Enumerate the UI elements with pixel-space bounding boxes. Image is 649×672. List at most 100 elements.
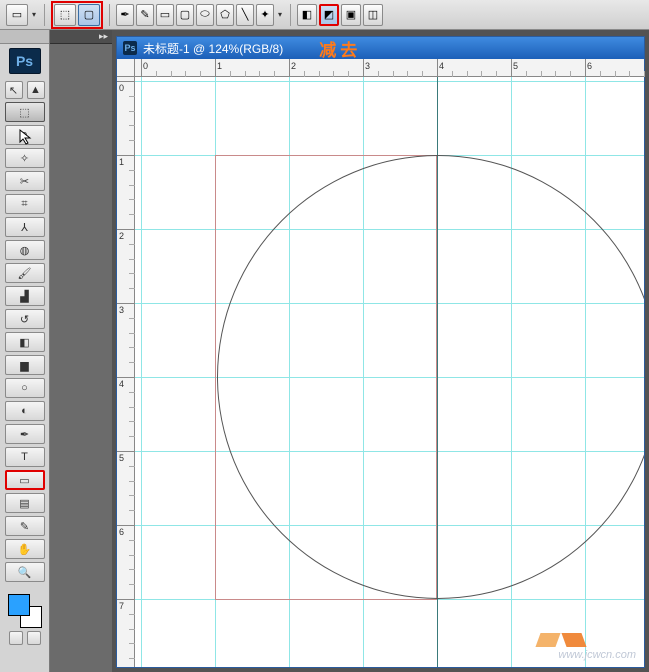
document-title: 未标题-1 @ 124%(RGB/8) (143, 40, 283, 57)
photoshop-logo: Ps (9, 48, 41, 74)
gradient-tool[interactable]: ▆ (5, 355, 45, 375)
subtract-from-shape-button[interactable]: ◩ (319, 4, 339, 26)
document-titlebar[interactable]: Ps 未标题-1 @ 124%(RGB/8) 减去 (117, 37, 644, 59)
separator (44, 4, 45, 26)
color-sampler-tool[interactable]: ✎ (5, 516, 45, 536)
foreground-color-swatch[interactable] (8, 594, 30, 616)
path-selection-tool[interactable]: ▲ (27, 81, 45, 99)
tools-panel: Ps ↖ ▲ ⬚ ɔ ✧ ✂ ⌗ ⅄ ◍ 🖌 ▟ ↺ ◧ ▆ ○ ◐ ✒ T ▭… (0, 30, 50, 672)
history-icon: ↺ (20, 313, 29, 326)
type-tool[interactable]: T (5, 447, 45, 467)
eyedropper-icon: ⅄ (21, 221, 28, 234)
blur-tool[interactable]: ○ (5, 378, 45, 398)
gradient-icon: ▆ (20, 359, 28, 372)
rectangle-icon: ▭ (19, 474, 29, 487)
rectangle-icon: ▭ (160, 8, 170, 21)
blur-icon: ○ (21, 382, 28, 394)
rectangle-button[interactable]: ▭ (156, 4, 174, 26)
hand-tool[interactable]: ✋ (5, 539, 45, 559)
line-icon: ╲ (242, 8, 249, 21)
ruler-label: 1 (217, 61, 222, 71)
marquee-icon: ⬚ (19, 106, 29, 119)
pen-tool[interactable]: ✒ (5, 424, 45, 444)
crop-tool[interactable]: ✂ (5, 171, 45, 191)
pen-icon: ✒ (120, 8, 129, 21)
slice-icon: ⌗ (21, 198, 27, 211)
brush-tool[interactable]: 🖌 (5, 263, 45, 283)
ruler-label: 3 (119, 305, 124, 315)
custom-shape-icon: ✦ (260, 8, 269, 21)
ruler-label: 5 (119, 453, 124, 463)
options-bar: ▭ ▾ ⬚ ▢ ✒ ✎ ▭ ▢ ⬭ ⬠ ╲ ✦ ▾ ◧ ◩ ▣ ◫ (0, 0, 649, 30)
ruler-label: 0 (119, 83, 124, 93)
ruler-label: 4 (119, 379, 124, 389)
ruler-label: 3 (365, 61, 370, 71)
shape-layers-button[interactable]: ⬚ (54, 4, 76, 26)
lasso-icon: ɔ (22, 129, 28, 141)
highlight-path-mode: ⬚ ▢ (51, 1, 103, 29)
watermark-decoration (538, 627, 584, 647)
collapsed-panels: ▸▸ (50, 30, 112, 672)
marquee-tool[interactable]: ⬚ (5, 102, 45, 122)
ellipse-icon: ⬭ (200, 8, 209, 21)
dodge-tool[interactable]: ◐ (5, 401, 45, 421)
exclude-shape-button[interactable]: ◫ (363, 4, 383, 26)
rounded-rect-button[interactable]: ▢ (176, 4, 194, 26)
eyedropper-tool[interactable]: ⅄ (5, 217, 45, 237)
zoom-icon: 🔍 (18, 566, 32, 579)
clone-stamp-tool[interactable]: ▟ (5, 286, 45, 306)
polygon-icon: ⬠ (220, 8, 230, 21)
lasso-tool[interactable]: ɔ (5, 125, 45, 145)
horizontal-ruler[interactable]: 0123456 (135, 59, 644, 77)
wand-icon: ✧ (20, 152, 29, 165)
move-tool[interactable]: ↖ (5, 81, 23, 99)
line-button[interactable]: ╲ (236, 4, 254, 26)
color-swatches[interactable] (8, 594, 42, 628)
annotation-label: 减去 (319, 36, 361, 61)
expand-panels-button[interactable]: ▸▸ (50, 30, 112, 44)
eraser-tool[interactable]: ◧ (5, 332, 45, 352)
heal-icon: ◍ (20, 244, 30, 257)
healing-brush-tool[interactable]: ◍ (5, 240, 45, 260)
ruler-label: 6 (119, 527, 124, 537)
type-icon: T (21, 451, 28, 463)
separator (290, 4, 291, 26)
ruler-label: 5 (513, 61, 518, 71)
document-canvas[interactable]: www.jcwcn.com (135, 77, 644, 667)
custom-shape-button[interactable]: ✦ (256, 4, 274, 26)
stamp-icon: ▟ (20, 290, 28, 303)
intersect-shape-button[interactable]: ▣ (341, 4, 361, 26)
zoom-tool[interactable]: 🔍 (5, 562, 45, 582)
ruler-label: 4 (439, 61, 444, 71)
polygon-button[interactable]: ⬠ (216, 4, 234, 26)
freeform-pen-button[interactable]: ✎ (136, 4, 154, 26)
ruler-label: 6 (587, 61, 592, 71)
quick-mask-button[interactable] (9, 631, 23, 645)
chevron-down-icon[interactable]: ▾ (30, 10, 38, 19)
panel-grip[interactable] (0, 30, 49, 44)
ruler-origin[interactable] (117, 59, 135, 77)
history-brush-tool[interactable]: ↺ (5, 309, 45, 329)
chevron-down-icon[interactable]: ▾ (276, 10, 284, 19)
pen-icon: ✒ (20, 428, 29, 441)
rectangle-tool[interactable]: ▭ (5, 470, 45, 490)
tool-preset-button[interactable]: ▭ (6, 4, 28, 26)
dodge-icon: ◐ (21, 405, 28, 417)
guide-vertical (141, 77, 142, 667)
paths-button[interactable]: ▢ (78, 4, 100, 26)
magic-wand-tool[interactable]: ✧ (5, 148, 45, 168)
note-icon: ▤ (19, 497, 29, 510)
vertical-ruler[interactable]: 01234567 (117, 77, 135, 667)
ruler-label: 0 (143, 61, 148, 71)
ellipse-path (217, 155, 644, 599)
ellipse-button[interactable]: ⬭ (196, 4, 214, 26)
shape-icon: ▭ (12, 8, 22, 21)
screen-mode-button[interactable] (27, 631, 41, 645)
notes-tool[interactable]: ▤ (5, 493, 45, 513)
subtract-icon: ◩ (324, 8, 334, 21)
slice-tool[interactable]: ⌗ (5, 194, 45, 214)
hand-icon: ✋ (18, 543, 32, 556)
pen-tool-button[interactable]: ✒ (116, 4, 134, 26)
ruler-label: 2 (119, 231, 124, 241)
new-shape-layer-button[interactable]: ◧ (297, 4, 317, 26)
